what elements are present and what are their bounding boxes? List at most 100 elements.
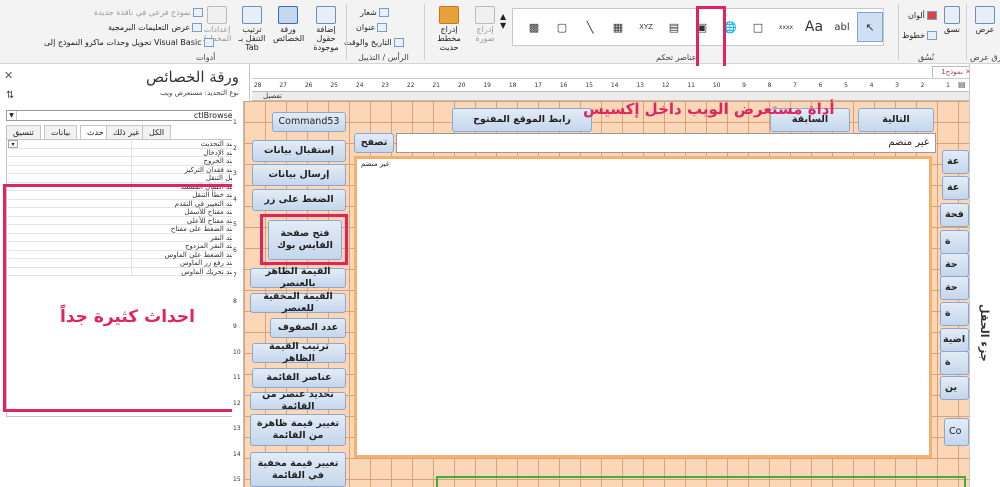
property-row[interactable]: عند الإدخال	[7, 148, 239, 157]
right-clipped-button[interactable]: ين	[940, 376, 969, 400]
subform-new-window-button[interactable]: نموذج فرعي في نافذة جديدة	[94, 8, 203, 17]
ruler-tick-label: 13	[636, 82, 644, 89]
click-button-button[interactable]: الضغط على زر	[252, 189, 346, 211]
select-item-button[interactable]: تحديد عنصر من القائمة	[250, 389, 346, 412]
ruler-tick-label: 6	[233, 246, 237, 254]
tab-all[interactable]: الكل	[142, 125, 172, 139]
property-value-cell[interactable]	[7, 157, 132, 166]
hidden-value-button[interactable]: القيمة المخفية للعنصر	[250, 291, 346, 314]
tab-format[interactable]: تنسيق	[6, 125, 41, 139]
label-icon[interactable]: Aa	[801, 12, 827, 42]
horizontal-ruler: 1 2 3 4 5 6 7 8 9 10 11 12 13 14 15 16 17 18 19 20 21 22 23 24 2…	[252, 80, 980, 92]
property-row[interactable]: ▾ عند التحديث	[7, 140, 239, 149]
right-clipped-button[interactable]: ة	[940, 351, 969, 375]
property-name: عند الخروج	[203, 157, 236, 165]
date-time-button[interactable]: التاريخ والوقت	[344, 38, 404, 47]
tab-icon[interactable]: □	[745, 12, 771, 42]
ruler-tick-label: 11	[233, 374, 241, 381]
ruler-tick-label: 4	[233, 195, 237, 203]
colors-button[interactable]: ألوان	[908, 11, 937, 20]
add-existing-fields-button[interactable]: إضافة حقول موجودة	[306, 6, 346, 52]
right-clipped-button[interactable]: ة	[940, 230, 969, 254]
sort-icon[interactable]: ⇅	[6, 90, 14, 101]
ruler-tick-label: 3	[895, 82, 899, 89]
title-button[interactable]: عنوان	[356, 23, 388, 32]
tab-order-button[interactable]: ترتيب التنقل بـ Tab	[234, 6, 270, 52]
ruler-tick-label: 17	[534, 82, 542, 89]
views-button[interactable]: عرض	[972, 6, 998, 34]
textbox-icon[interactable]: abl	[829, 12, 855, 42]
receive-data-button[interactable]: إستقبال بيانات	[252, 140, 346, 162]
pointer-icon[interactable]: ↖	[857, 12, 883, 42]
chevron-down-icon: ▼	[7, 111, 17, 120]
object-selector-combo[interactable]: ▼ ctlBrowser	[6, 110, 240, 121]
insert-chart-button[interactable]: إدراج مخطط حديث	[430, 6, 468, 52]
change-displayed-value-button[interactable]: تغيير قيمة ظاهرة من القائمة	[250, 414, 346, 446]
right-clipped-button[interactable]: فحة	[940, 203, 969, 227]
row-count-button[interactable]: عدد الصفوف	[270, 318, 346, 338]
ruler-tick-label: 4	[869, 82, 874, 89]
right-clipped-button[interactable]: حة	[940, 253, 969, 277]
property-value-cell[interactable]	[7, 148, 132, 157]
right-clipped-button[interactable]: اضية	[940, 328, 969, 352]
property-value-cell[interactable]: ▾	[7, 140, 132, 149]
web-browser-control[interactable]: غير منضم	[354, 156, 932, 458]
ruler-tick-label: 6	[818, 82, 823, 89]
fonts-button[interactable]: خطوط	[902, 31, 938, 40]
rectangle-icon[interactable]: ▢	[549, 12, 575, 42]
property-sheet-button[interactable]: ورقة الخصائص	[273, 6, 304, 43]
ruler-tick-label: 19	[483, 82, 491, 89]
command53-button[interactable]: Command53	[272, 112, 346, 132]
right-clipped-button[interactable]: عة	[942, 150, 969, 174]
open-site-link-button[interactable]: رابط الموقع المفتوح	[452, 108, 592, 132]
combo-box-icon[interactable]: ▩	[521, 12, 547, 42]
property-name: عند الإدخال	[203, 148, 236, 157]
browse-button[interactable]: تصفح	[354, 133, 394, 153]
right-clipped-button[interactable]: ة	[940, 302, 969, 326]
right-clipped-button[interactable]: حة	[940, 276, 969, 300]
tab-other[interactable]: غير ذلك	[106, 125, 147, 139]
property-value-cell[interactable]	[7, 165, 132, 174]
insert-image-button[interactable]: إدراج صورة	[470, 6, 500, 43]
option-group-icon[interactable]: XYZ	[633, 12, 659, 42]
convert-macros-button[interactable]: تحويل وحدات ماكرو النموذج إلى Visual Bas…	[44, 38, 214, 47]
navigation-icon[interactable]: ▤	[661, 12, 687, 42]
line-icon[interactable]: ╲	[577, 12, 603, 42]
displayed-value-button[interactable]: القيمة الظاهر بالعنصر	[250, 266, 346, 289]
send-data-button[interactable]: إرسال بيانات	[252, 164, 346, 186]
ruler-tick-label: 3	[233, 170, 237, 177]
colors-icon	[926, 11, 937, 20]
unbound-textbox[interactable]: غير منضم	[396, 133, 936, 153]
ruler-tick-label: 1	[946, 82, 950, 89]
ruler-tick-label: 5	[844, 82, 848, 89]
chevron-down-icon[interactable]: ▾	[8, 140, 18, 148]
close-icon[interactable]: ✕	[4, 69, 13, 82]
property-row[interactable]: عند فقدان التركيز	[7, 165, 239, 174]
property-row[interactable]: قبل التنقل	[7, 174, 239, 183]
controls-group-label: عناصر تحكم	[656, 53, 697, 62]
property-sheet-icon	[278, 6, 298, 24]
property-name: عند التحديث	[200, 140, 236, 148]
ruler-corner: ▤	[958, 80, 966, 89]
image-icon	[475, 6, 495, 24]
button-icon[interactable]: xxxx	[773, 12, 799, 42]
page-break-icon[interactable]: ▦	[605, 12, 631, 42]
themes-button[interactable]: نسق	[940, 6, 964, 34]
right-clipped-button[interactable]: عة	[942, 176, 969, 200]
next-button[interactable]: التالية	[858, 108, 934, 132]
themes-group-label: نُسُق	[918, 53, 935, 62]
field-list-pane: جزء الحقل	[969, 64, 1000, 487]
right-clipped-button[interactable]: Co	[944, 418, 969, 446]
view-code-button[interactable]: عرض التعليمات البرمجية	[108, 23, 203, 32]
sort-displayed-button[interactable]: ترتيب القيمة الظاهر	[252, 341, 346, 364]
property-value-cell[interactable]	[7, 174, 132, 183]
change-hidden-value-button[interactable]: تغيير قيمة مخفية في القائمة	[250, 452, 346, 487]
title-icon	[377, 23, 388, 32]
tab-data[interactable]: بيانات	[44, 125, 78, 139]
property-row[interactable]: عند الخروج	[7, 157, 239, 166]
ruler-tick-label: 27	[279, 82, 287, 89]
gallery-scroll[interactable]: ▲ ▼	[500, 12, 506, 30]
list-items-button[interactable]: عناصر القائمة	[252, 368, 346, 388]
logo-button[interactable]: شعار	[360, 8, 389, 17]
fields-icon	[316, 6, 336, 24]
